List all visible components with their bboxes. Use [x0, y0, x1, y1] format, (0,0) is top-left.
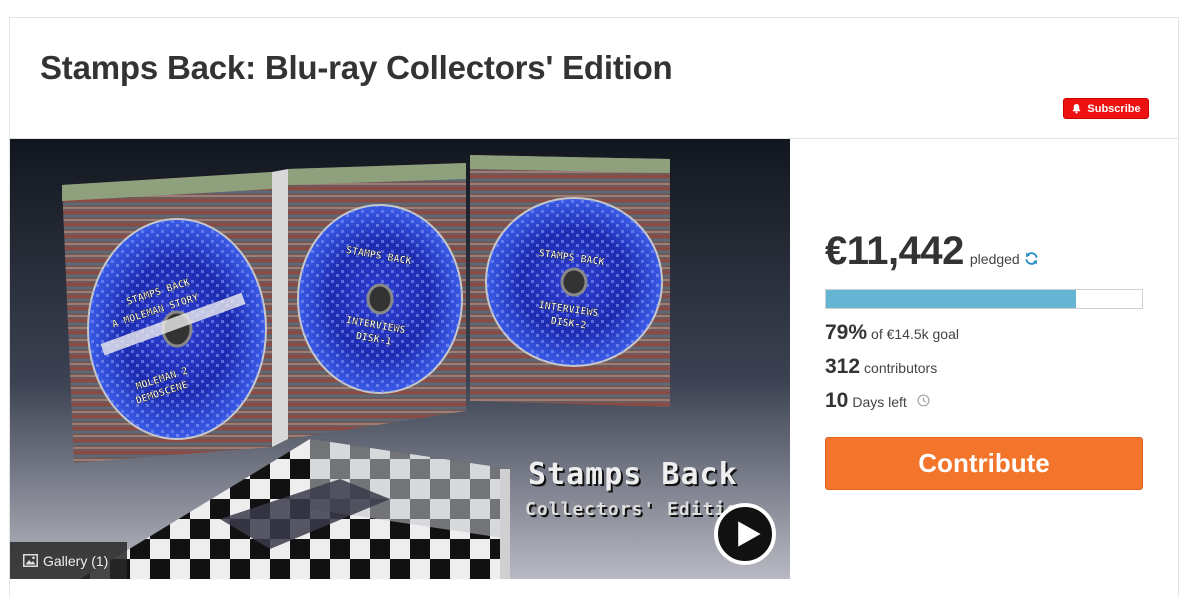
pledged-text: pledged [969, 251, 1020, 267]
refresh-icon [1025, 252, 1038, 265]
subscribe-label: Subscribe [1087, 102, 1141, 115]
days-label: Days left [852, 394, 907, 410]
funding-progress-fill [826, 290, 1076, 308]
days-left-stat: 10 Days left [825, 389, 930, 413]
campaign-header: Stamps Back: Blu-ray Collectors' Edition… [10, 18, 1178, 139]
pledged-row: €11,442 pledged [825, 229, 1039, 274]
contributors-stat: 312 contributors [825, 355, 937, 379]
contributors-label: contributors [864, 360, 938, 376]
campaign-media[interactable]: STAMPS BACK A MOLEMAN STORY MOLEMAN 2 DE… [10, 139, 790, 579]
contribute-button[interactable]: Contribute [825, 437, 1143, 490]
campaign-card: Stamps Back: Blu-ray Collectors' Edition… [9, 17, 1179, 597]
days-count: 10 [825, 389, 849, 412]
pledged-label: pledged [970, 251, 1039, 267]
pledged-amount: €11,442 [825, 229, 964, 273]
goal-percent: 79% [825, 321, 868, 344]
goal-label: of €14.5k goal [871, 326, 959, 342]
goal-stat: 79% of €14.5k goal [825, 321, 959, 345]
clock-icon [917, 394, 930, 407]
cover-title: Stamps Back [528, 457, 738, 492]
gallery-button[interactable]: Gallery (1) [10, 542, 127, 579]
play-button[interactable] [714, 503, 776, 565]
cover-subtitle: Collectors' Edition [525, 499, 750, 520]
contributors-count: 312 [825, 355, 861, 378]
image-icon [23, 554, 38, 567]
campaign-title: Stamps Back: Blu-ray Collectors' Edition [40, 49, 673, 86]
funding-panel: €11,442 pledged 79% of €14.5k goal 312 c… [790, 139, 1178, 579]
play-icon [737, 521, 761, 547]
subscribe-button[interactable]: Subscribe [1063, 98, 1149, 119]
gallery-label: Gallery (1) [43, 552, 109, 569]
bell-icon [1073, 104, 1081, 114]
funding-progress-bar [825, 289, 1143, 309]
